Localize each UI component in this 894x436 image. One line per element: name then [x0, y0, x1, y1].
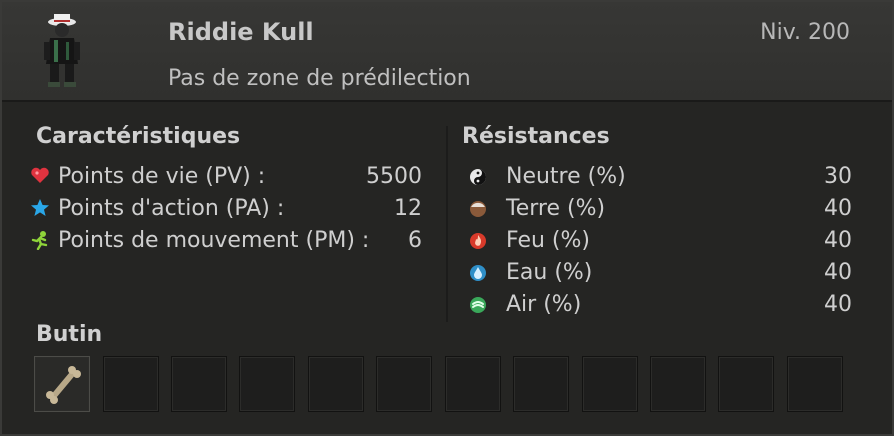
resistance-value-neutral: 30 — [824, 164, 852, 189]
star-icon — [31, 199, 49, 216]
stat-value-pa: 12 — [394, 196, 422, 221]
stat-label-pm: Points de mouvement (PM) : — [58, 228, 370, 253]
bone-icon — [46, 366, 81, 404]
earth-element-icon — [470, 201, 486, 217]
resistance-label-fire: Feu (%) — [506, 228, 590, 253]
resistance-row-fire: Feu (%) 40 — [468, 228, 852, 258]
loot-slot-6[interactable] — [376, 356, 432, 412]
loot-slot-5[interactable] — [308, 356, 364, 412]
resistance-label-water: Eau (%) — [506, 260, 593, 285]
heart-icon — [31, 167, 49, 183]
stat-row-pm: Points de mouvement (PM) : 6 — [30, 228, 422, 258]
loot-slot-11[interactable] — [718, 356, 774, 412]
characteristics-title: Caractéristiques — [36, 124, 241, 149]
stat-label-pv: Points de vie (PV) : — [58, 164, 266, 189]
air-element-icon — [470, 297, 486, 313]
monster-info-panel: Riddie Kull Niv. 200 Pas de zone de préd… — [0, 0, 894, 436]
water-element-icon — [470, 265, 486, 281]
resistance-row-earth: Terre (%) 40 — [468, 196, 852, 226]
loot-slot-10[interactable] — [650, 356, 706, 412]
resistance-value-earth: 40 — [824, 196, 852, 221]
loot-slot-12[interactable] — [787, 356, 843, 412]
resistance-row-air: Air (%) 40 — [468, 292, 852, 322]
monster-name: Riddie Kull — [168, 18, 314, 46]
stat-value-pm: 6 — [408, 228, 422, 253]
running-man-icon — [31, 231, 48, 250]
stat-row-pa: Points d'action (PA) : 12 — [30, 196, 422, 226]
resistance-label-air: Air (%) — [506, 292, 582, 317]
monster-level: Niv. 200 — [760, 20, 850, 45]
fire-element-icon — [470, 233, 486, 249]
loot-slot-3[interactable] — [171, 356, 227, 412]
resistances-title: Résistances — [462, 124, 610, 149]
loot-slot-2[interactable] — [103, 356, 159, 412]
resistance-label-neutral: Neutre (%) — [506, 164, 626, 189]
resistance-value-fire: 40 — [824, 228, 852, 253]
resistance-value-air: 40 — [824, 292, 852, 317]
monster-portrait — [44, 14, 80, 87]
stat-value-pv: 5500 — [366, 164, 422, 189]
monster-header: Riddie Kull Niv. 200 Pas de zone de préd… — [2, 2, 892, 102]
resistance-label-earth: Terre (%) — [506, 196, 606, 221]
resistance-row-neutral: Neutre (%) 30 — [468, 164, 852, 194]
loot-slot-7[interactable] — [445, 356, 501, 412]
resistance-row-water: Eau (%) 40 — [468, 260, 852, 290]
loot-slot-1[interactable] — [34, 356, 90, 412]
stat-label-pa: Points d'action (PA) : — [58, 196, 285, 221]
monster-zone: Pas de zone de prédilection — [168, 66, 471, 91]
neutral-element-icon — [470, 169, 486, 185]
loot-title: Butin — [36, 322, 103, 347]
resistance-value-water: 40 — [824, 260, 852, 285]
stat-row-pv: Points de vie (PV) : 5500 — [30, 164, 422, 194]
column-divider — [446, 126, 448, 322]
loot-slot-9[interactable] — [582, 356, 638, 412]
loot-slot-4[interactable] — [239, 356, 295, 412]
loot-slot-8[interactable] — [513, 356, 569, 412]
